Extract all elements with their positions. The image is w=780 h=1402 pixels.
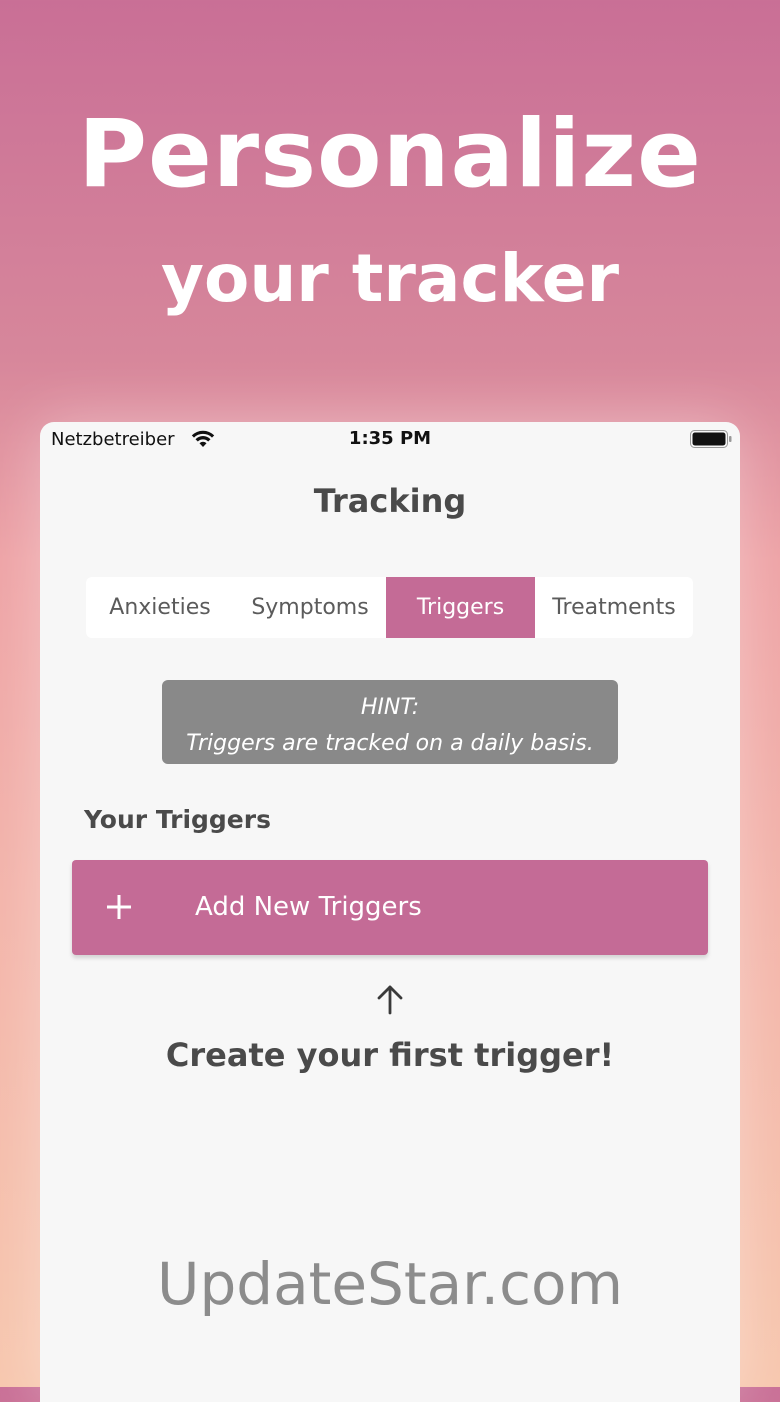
watermark: UpdateStar.com — [157, 1250, 623, 1318]
add-new-triggers-button[interactable]: Add New Triggers — [72, 860, 708, 955]
tab-triggers[interactable]: Triggers — [386, 577, 535, 638]
plus-icon — [106, 894, 132, 924]
section-heading: Your Triggers — [84, 805, 271, 834]
phone-screen: Netzbetreiber 1:35 PM Tracking Anxieties… — [40, 422, 740, 1402]
tab-treatments[interactable]: Treatments — [535, 577, 693, 638]
tab-symptoms[interactable]: Symptoms — [234, 577, 386, 638]
tab-bar: Anxieties Symptoms Triggers Treatments — [86, 577, 693, 638]
empty-state-message: Create your first trigger! — [165, 1036, 615, 1074]
hint-box: HINT: Triggers are tracked on a daily ba… — [162, 680, 618, 764]
status-time: 1:35 PM — [348, 428, 432, 449]
tab-anxieties[interactable]: Anxieties — [86, 577, 234, 638]
battery-icon — [690, 430, 732, 452]
hero-subtitle: your tracker — [160, 240, 620, 317]
add-button-label: Add New Triggers — [195, 892, 422, 922]
status-bar: Netzbetreiber 1:35 PM — [40, 422, 740, 456]
arrow-up-icon — [376, 985, 404, 1019]
hero-title: Personalize — [78, 100, 702, 209]
hint-heading: HINT: — [360, 695, 420, 720]
hint-text: Triggers are tracked on a daily basis. — [186, 731, 594, 756]
page-title: Tracking — [313, 482, 467, 520]
